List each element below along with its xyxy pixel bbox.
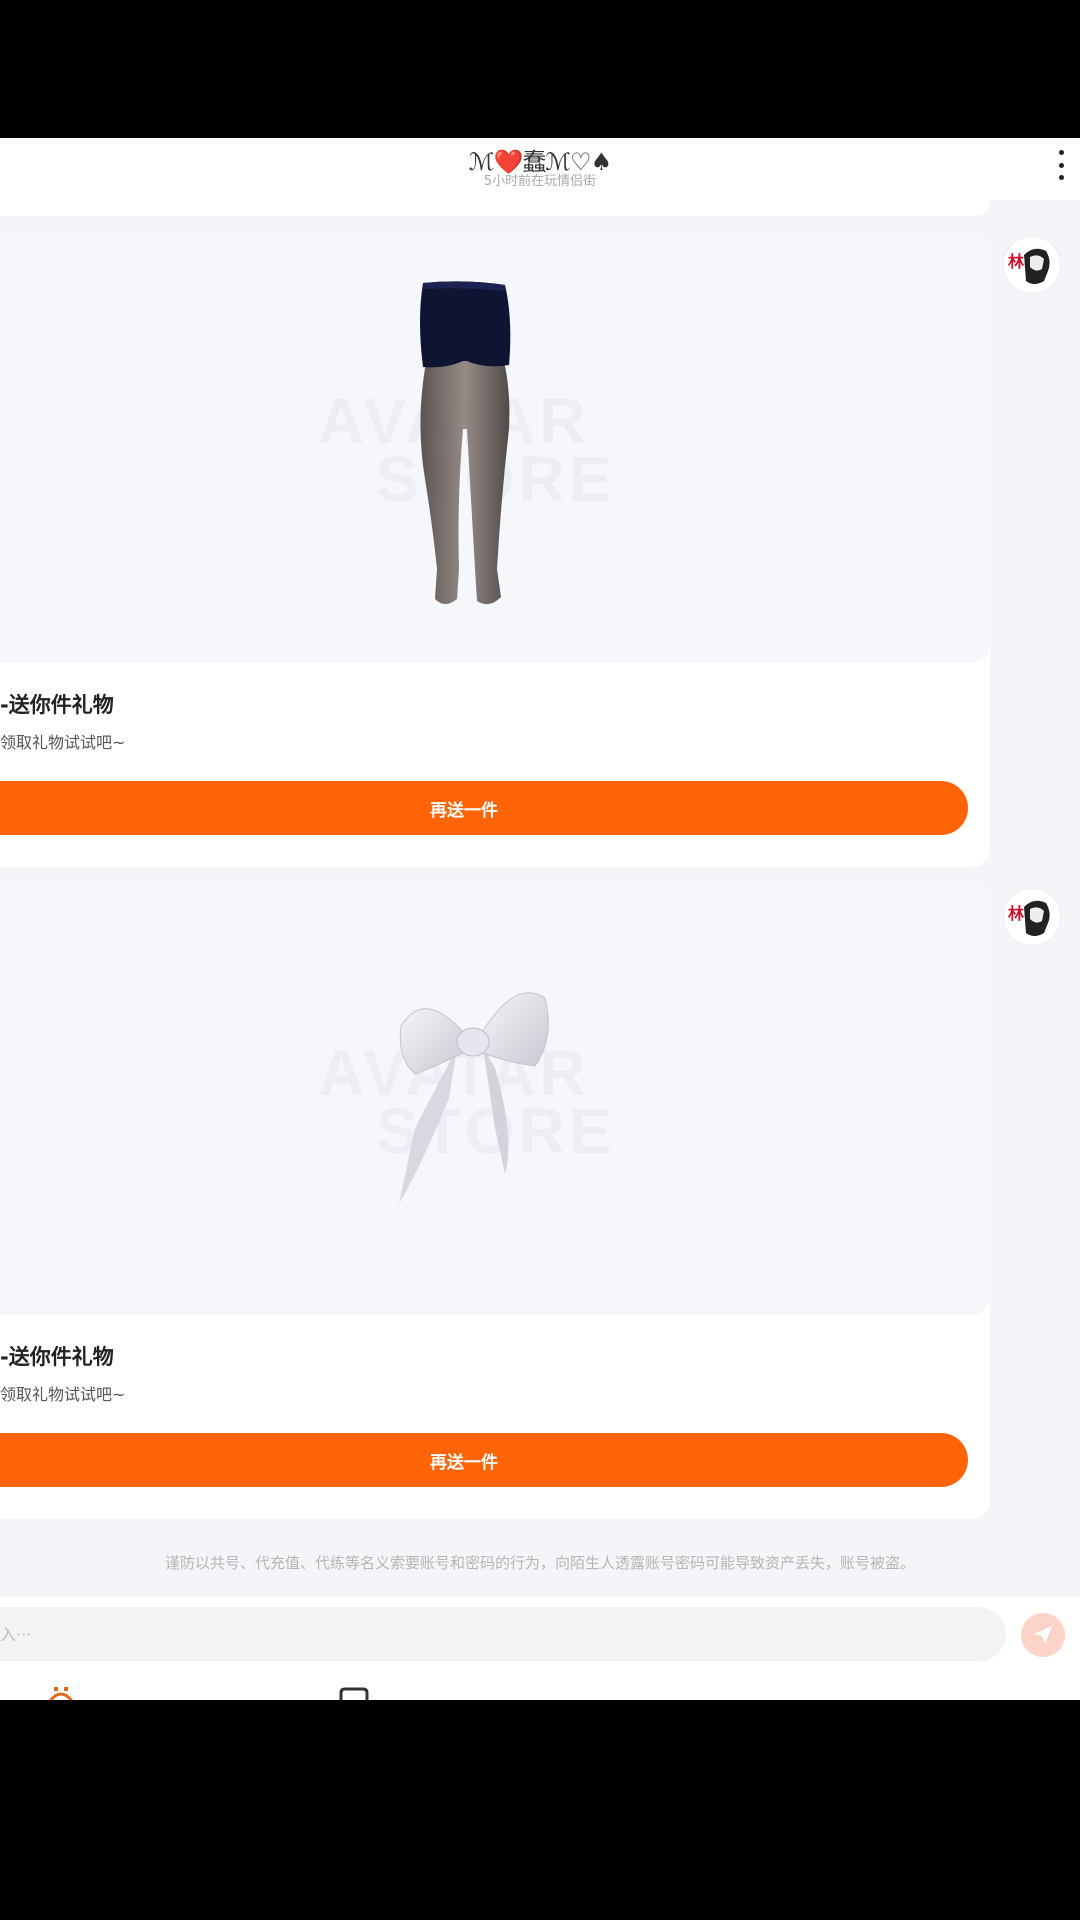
tights-shorts-item [420, 281, 511, 605]
message-input-bar: 入··· [0, 1597, 1080, 1700]
white-bow-item [399, 992, 549, 1204]
gift-title: -送你件礼物 [0, 693, 114, 717]
svg-text:林: 林 [1008, 904, 1024, 923]
chat-screen: ℳ❤️蠢ℳ♡♠ 5小时前在玩情侣街 AVATAR STORE [0, 138, 1080, 1700]
send-another-button[interactable]: 再送一件 [0, 1433, 968, 1487]
send-another-button[interactable]: 再送一件 [0, 781, 968, 835]
previous-message-card [0, 200, 990, 216]
message-input[interactable]: 入··· [0, 1607, 1006, 1661]
input-placeholder: 入··· [0, 1625, 32, 1644]
contact-status: 5小时前在玩情侣街 [483, 174, 597, 189]
toolbar-image-icon[interactable] [339, 1687, 369, 1700]
avatar-image: 林 [1004, 889, 1060, 945]
more-options-icon[interactable] [1056, 150, 1066, 180]
gift-message-card[interactable]: AVATAR STORE -送你件礼物 领取礼物试试吧~ 再送一件 [0, 883, 990, 1519]
gift-image-area[interactable]: AVATAR STORE [0, 883, 990, 1315]
gift-title: -送你件礼物 [0, 1345, 114, 1369]
gift-subtitle: 领取礼物试试吧~ [0, 733, 126, 752]
gift-image-area[interactable]: AVATAR STORE [0, 231, 990, 663]
toolbar-clock-icon[interactable] [46, 1687, 76, 1700]
security-notice: 谨防以共号、代充值、代练等名义索要账号和密码的行为，向陌生人透露账号密码可能导致… [164, 1554, 915, 1572]
avatar-image: 林 [1004, 237, 1060, 293]
send-icon[interactable] [1021, 1613, 1065, 1657]
gift-subtitle: 领取礼物试试吧~ [0, 1385, 126, 1404]
chat-header: ℳ❤️蠢ℳ♡♠ 5小时前在玩情侣街 [0, 138, 1080, 200]
svg-text:林: 林 [1008, 252, 1024, 271]
gift-message-card[interactable]: AVATAR STORE -送你件礼物 领取礼物试试吧~ 再送一件 [0, 231, 990, 867]
sender-avatar[interactable]: 林 [1003, 236, 1061, 294]
sender-avatar[interactable]: 林 [1003, 888, 1061, 946]
